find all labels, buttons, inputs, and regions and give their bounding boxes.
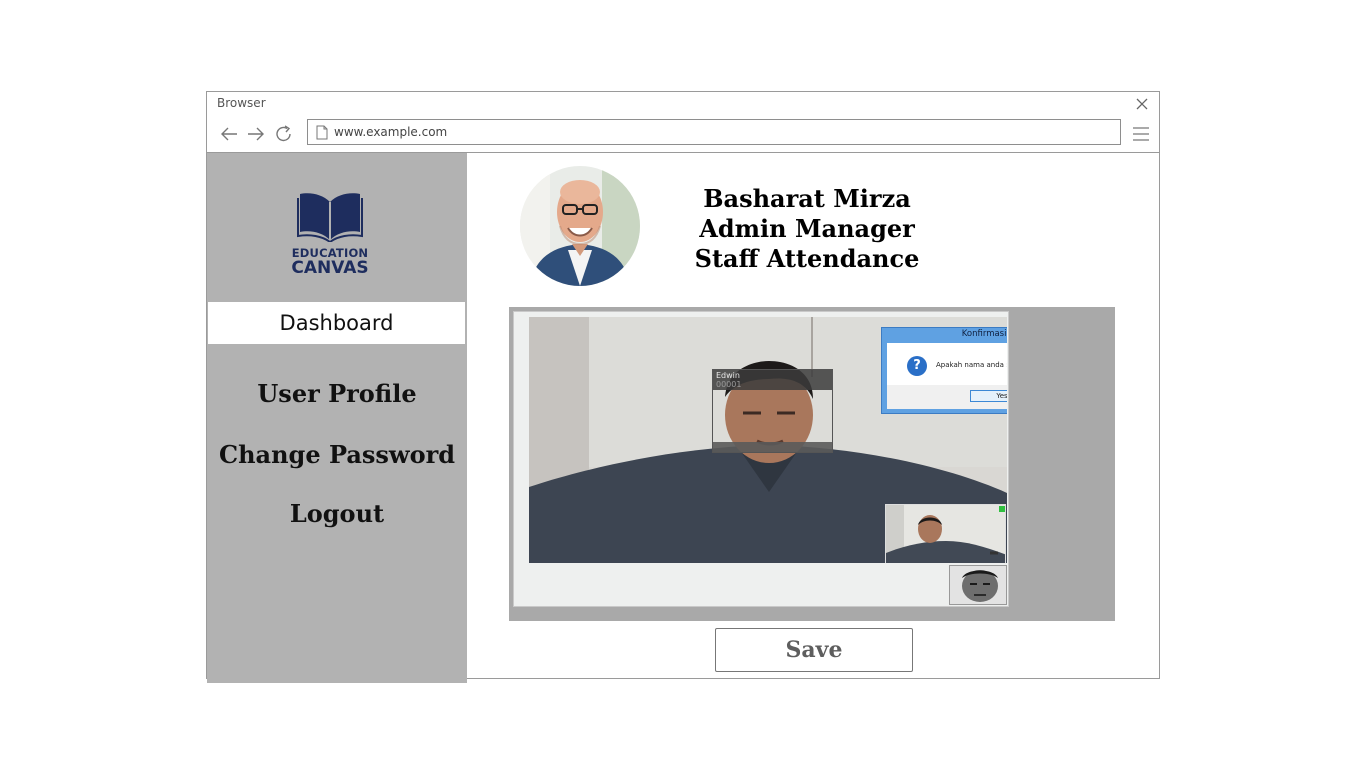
detected-name: Edwin	[716, 371, 740, 380]
sidebar-item-logout[interactable]: Logout	[207, 499, 467, 528]
hamburger-menu-icon[interactable]	[1131, 124, 1151, 144]
logo-line-2: CANVAS	[291, 258, 369, 278]
face-detection-box: Edwin 00001	[712, 369, 833, 453]
main-content: Basharat Mirza Admin Manager Staff Atten…	[468, 153, 1159, 678]
page-icon	[316, 125, 328, 140]
question-icon: ?	[907, 356, 927, 376]
camera-preview-thumbnail	[885, 504, 1006, 563]
back-arrow-icon[interactable]	[219, 124, 239, 144]
captured-face-thumbnail	[949, 565, 1007, 605]
sidebar-item-dashboard[interactable]: Dashboard	[208, 302, 465, 344]
browser-titlebar: Browser	[207, 92, 1159, 116]
dialog-yes-button[interactable]: Yes	[970, 390, 1007, 402]
profile-name: Basharat Mirza	[703, 184, 911, 213]
profile-info: Basharat Mirza Admin Manager Staff Atten…	[678, 184, 936, 274]
close-icon[interactable]	[1135, 97, 1149, 111]
face-box-bar	[713, 442, 832, 452]
camera-panel: Edwin 00001 Konfirmasi ? Apakah nama and…	[509, 307, 1115, 621]
camera-feed: Edwin 00001 Konfirmasi ? Apakah nama and…	[529, 317, 1007, 563]
camera-window: Edwin 00001 Konfirmasi ? Apakah nama and…	[513, 311, 1009, 607]
education-canvas-logo: EDUCATION CANVAS	[290, 190, 370, 280]
reload-icon[interactable]	[274, 124, 294, 144]
profile-role: Admin Manager	[699, 214, 915, 243]
book-icon	[297, 193, 363, 242]
url-input[interactable]	[334, 122, 1094, 142]
browser-window: Browser www.example.com EDUCATION CANVAS…	[206, 91, 1160, 683]
browser-navbar	[207, 116, 1159, 153]
page-title: Staff Attendance	[694, 244, 920, 273]
face-tag: Edwin 00001	[713, 370, 832, 390]
address-bar[interactable]	[307, 119, 1121, 145]
dialog-message: Apakah nama anda : Edwin (00001) ?	[936, 361, 1007, 369]
dialog-footer: Yes No	[887, 385, 1007, 409]
avatar	[520, 166, 640, 286]
confirmation-dialog: Konfirmasi Datang x ? Apakah nama anda :…	[881, 327, 1007, 414]
detected-code: 00001	[716, 380, 742, 389]
sidebar: EDUCATION CANVAS Dashboard User Profile …	[207, 153, 467, 683]
sidebar-item-change-password[interactable]: Change Password	[207, 440, 467, 469]
browser-title: Browser	[217, 96, 266, 110]
dialog-body: ? Apakah nama anda : Edwin (00001) ? Yes…	[887, 343, 1007, 409]
save-button[interactable]: Save	[715, 628, 913, 672]
sidebar-item-user-profile[interactable]: User Profile	[207, 379, 467, 408]
dialog-title: Konfirmasi Datang	[961, 329, 1007, 339]
forward-arrow-icon[interactable]	[246, 124, 266, 144]
